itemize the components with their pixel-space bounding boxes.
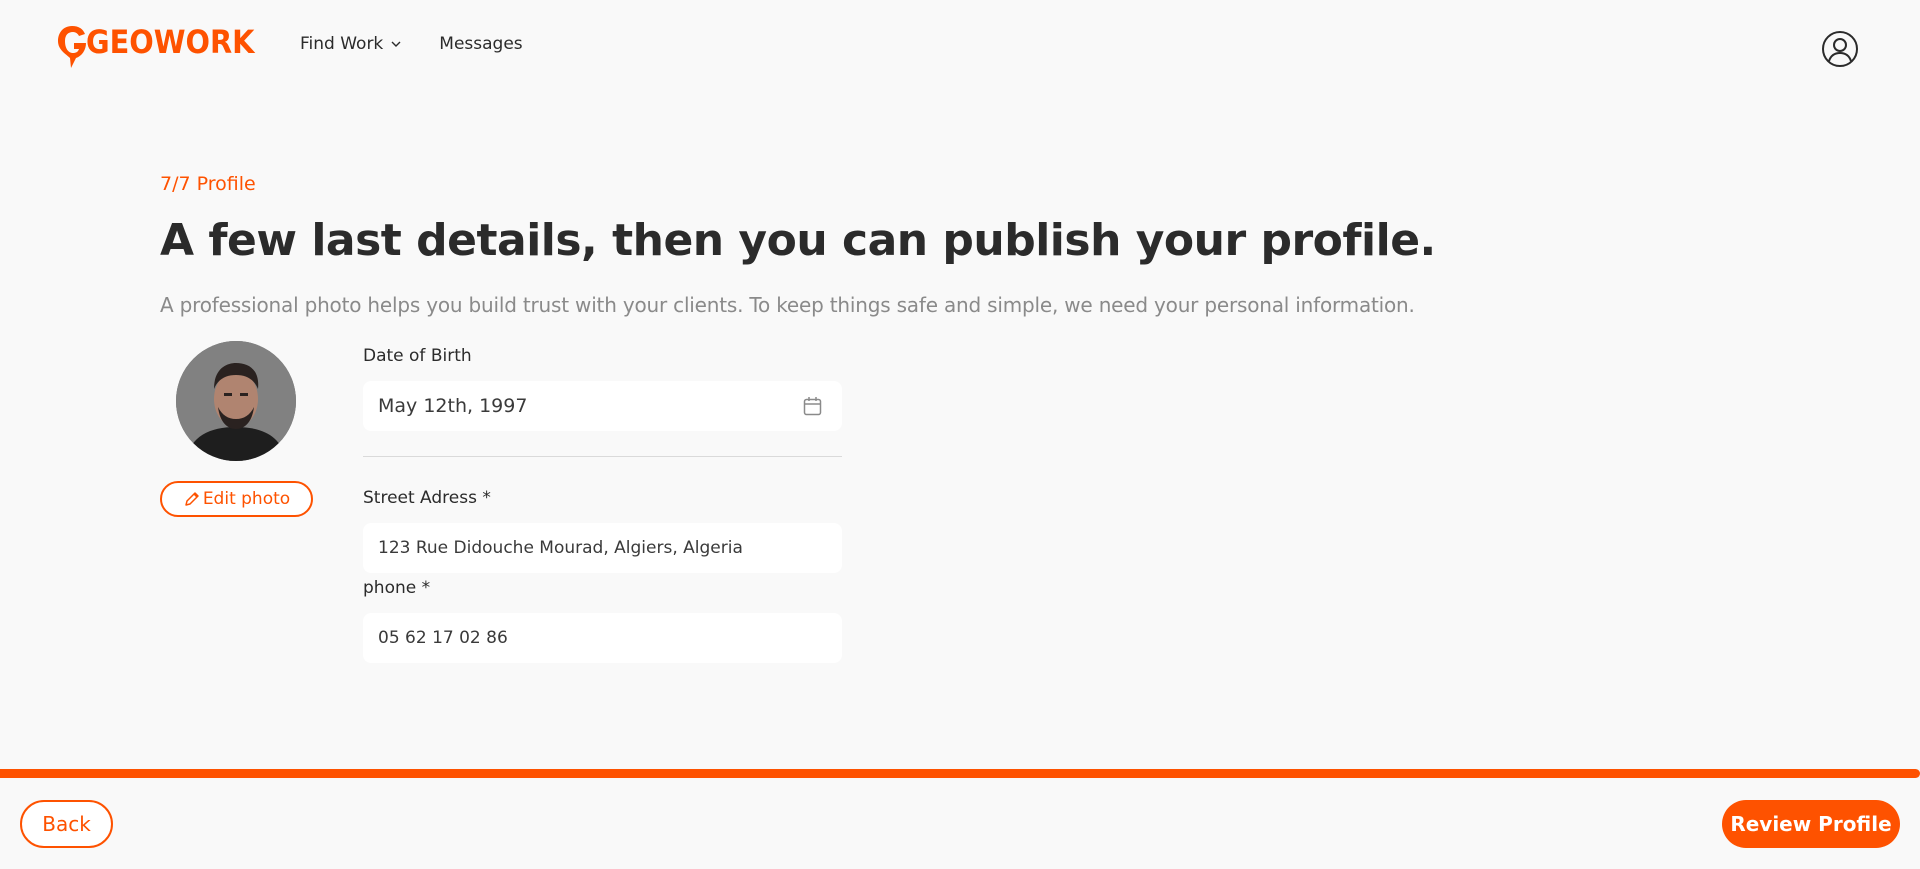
dob-input[interactable] xyxy=(378,395,827,417)
nav-find-work[interactable]: Find Work xyxy=(300,34,401,54)
dob-label: Date of Birth xyxy=(363,346,472,366)
geowork-logo[interactable]: GEOWORK xyxy=(58,22,256,70)
phone-input[interactable] xyxy=(378,628,827,648)
profile-photo-image xyxy=(176,341,296,461)
phone-label: phone * xyxy=(363,578,431,598)
edit-photo-button[interactable]: Edit photo xyxy=(160,481,313,517)
back-button[interactable]: Back xyxy=(20,800,113,848)
street-field[interactable] xyxy=(363,523,842,573)
phone-field[interactable] xyxy=(363,613,842,663)
page-subtitle: A professional photo helps you build tru… xyxy=(160,293,1415,317)
footer-bar: Back Review Profile xyxy=(0,778,1920,869)
chevron-down-icon xyxy=(391,41,401,47)
review-profile-button[interactable]: Review Profile xyxy=(1722,800,1900,848)
account-button[interactable] xyxy=(1821,30,1859,68)
page-title: A few last details, then you can publish… xyxy=(160,215,1436,266)
edit-photo-label: Edit photo xyxy=(202,489,291,509)
top-nav-bar: GEOWORK Find Work Messages xyxy=(0,0,1920,96)
progress-bar-fill xyxy=(0,769,1920,778)
street-input[interactable] xyxy=(378,538,827,558)
step-indicator: 7/7 Profile xyxy=(160,173,256,195)
form-divider xyxy=(363,456,842,457)
user-circle-icon xyxy=(1822,31,1858,67)
brand-name: GEOWORK xyxy=(86,23,255,61)
street-label: Street Adress * xyxy=(363,488,491,508)
nav-find-work-label: Find Work xyxy=(300,34,384,54)
progress-bar xyxy=(0,769,1920,778)
calendar-icon[interactable] xyxy=(803,396,822,416)
pencil-icon xyxy=(185,492,199,506)
nav-messages[interactable]: Messages xyxy=(439,34,522,54)
main-nav: Find Work Messages xyxy=(300,34,523,54)
nav-messages-label: Messages xyxy=(439,34,523,54)
profile-photo xyxy=(176,341,296,461)
dob-field[interactable] xyxy=(363,381,842,431)
